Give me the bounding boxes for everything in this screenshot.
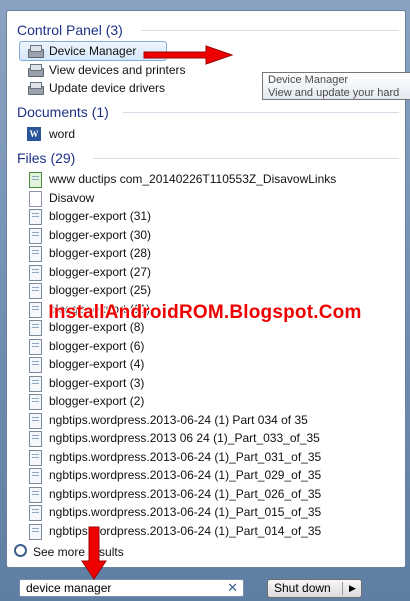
section-divider bbox=[141, 30, 399, 31]
search-input[interactable]: device manager ✕ bbox=[19, 579, 244, 597]
result-label: ngbtips.wordpress.2013-06-24 (1)_Part_03… bbox=[49, 449, 322, 464]
result-label: ngbtips.wordpress.2013-06-24 (1) Part 03… bbox=[49, 412, 308, 427]
text-file-icon bbox=[29, 283, 42, 299]
result-label: View devices and printers bbox=[49, 63, 186, 77]
result-label: Device Manager bbox=[49, 44, 137, 58]
text-file-icon bbox=[29, 523, 42, 540]
section-header-files[interactable]: Files (29) bbox=[17, 149, 75, 167]
magnifier-icon bbox=[14, 544, 27, 557]
result-view-devices-printers[interactable]: View devices and printers bbox=[23, 61, 186, 79]
file-result-item[interactable]: blogger-export (2) bbox=[23, 392, 144, 410]
file-result-item[interactable]: blogger-export (28) bbox=[23, 244, 151, 262]
section-divider bbox=[93, 158, 399, 159]
shutdown-divider bbox=[342, 582, 343, 595]
text-file-icon bbox=[29, 246, 42, 262]
tooltip-title: Device Manager bbox=[268, 74, 349, 86]
search-input-value: device manager bbox=[26, 581, 112, 595]
result-label: ngbtips.wordpress.2013-06-24 (1)_Part_02… bbox=[49, 486, 322, 501]
result-label: ngbtips.wordpress.2013-06-24 (1)_Part_01… bbox=[49, 523, 322, 538]
printer-icon bbox=[27, 63, 44, 77]
text-file-icon bbox=[29, 338, 42, 355]
file-result-item[interactable]: ngbtips.wordpress.2013-06-24 (1) Part 03… bbox=[23, 411, 308, 429]
text-file-icon bbox=[29, 412, 42, 429]
result-label: blogger-export (2) bbox=[49, 394, 145, 408]
driver-update-icon bbox=[27, 81, 44, 95]
result-label: blogger-export (4) bbox=[49, 357, 145, 371]
text-file-icon bbox=[29, 468, 42, 484]
file-result-item[interactable]: blogger-export (31) bbox=[23, 207, 151, 225]
result-label: blogger-export (25) bbox=[49, 283, 152, 297]
file-result-item[interactable]: ngbtips.wordpress.2013-06-24 (1)_Part_01… bbox=[23, 522, 321, 540]
shutdown-label: Shut down bbox=[274, 581, 331, 595]
file-result-item[interactable]: ngbtips.wordpress.2013-06-24 (1)_Part_02… bbox=[23, 466, 321, 484]
text-file-icon bbox=[29, 209, 42, 225]
file-result-item[interactable]: ngbtips.wordpress.2013-06-24 (1)_Part_02… bbox=[23, 485, 321, 503]
file-result-item[interactable]: ngbtips.wordpress.2013-06-24 (1)_Part_01… bbox=[23, 503, 321, 521]
see-more-label: See more results bbox=[33, 545, 124, 559]
text-file-icon bbox=[29, 264, 42, 281]
file-result-item[interactable]: blogger-export (27) bbox=[23, 263, 151, 281]
file-result-item[interactable]: blogger-export (3) bbox=[23, 374, 144, 392]
result-label: blogger-export (6) bbox=[49, 338, 145, 353]
text-file-icon bbox=[29, 505, 42, 521]
result-label: word bbox=[49, 127, 76, 141]
shutdown-button[interactable]: Shut down ▶ bbox=[267, 579, 362, 598]
result-label: ngbtips.wordpress.2013 06 24 (1)_Part_03… bbox=[49, 431, 320, 445]
start-menu: Control Panel (3) Device Manager View de… bbox=[0, 0, 410, 601]
result-update-device-drivers[interactable]: Update device drivers bbox=[23, 79, 165, 97]
text-file-icon bbox=[29, 375, 42, 392]
file-result-item[interactable]: Disavow bbox=[23, 189, 94, 207]
result-label: blogger-export (3) bbox=[49, 375, 145, 390]
text-file-icon bbox=[29, 431, 42, 447]
text-file-icon bbox=[29, 357, 42, 373]
section-header-documents[interactable]: Documents (1) bbox=[17, 103, 109, 121]
result-label: blogger-export (27) bbox=[49, 264, 152, 279]
file-result-item[interactable]: blogger-export (4) bbox=[23, 355, 144, 373]
text-file-icon bbox=[29, 486, 42, 503]
tooltip-description: View and update your hard bbox=[268, 87, 400, 99]
file-result-item[interactable]: www ductips com_20140226T110553Z_Disavow… bbox=[23, 170, 336, 188]
result-label: blogger-export (30) bbox=[49, 227, 152, 242]
device-manager-icon bbox=[27, 44, 44, 58]
result-label: blogger-export (31) bbox=[49, 209, 152, 223]
result-label: www ductips com_20140226T110553Z_Disavow… bbox=[49, 172, 337, 186]
result-label: blogger-export (28) bbox=[49, 246, 152, 260]
result-label: ngbtips.wordpress.2013-06-24 (1)_Part_01… bbox=[49, 505, 322, 519]
file-result-item[interactable]: ngbtips.wordpress.2013 06 24 (1)_Part_03… bbox=[23, 429, 320, 447]
file-result-item[interactable]: ngbtips.wordpress.2013-06-24 (1)_Part_03… bbox=[23, 448, 321, 466]
tooltip: Device Manager View and update your hard bbox=[262, 72, 410, 100]
text-file-icon bbox=[29, 449, 42, 466]
result-label: Disavow bbox=[49, 190, 95, 205]
result-label: ngbtips.wordpress.2013-06-24 (1)_Part_02… bbox=[49, 468, 322, 482]
section-header-control-panel[interactable]: Control Panel (3) bbox=[17, 21, 123, 39]
result-word[interactable]: W word bbox=[23, 125, 75, 143]
text-file-icon bbox=[29, 190, 42, 207]
shutdown-options-arrow-icon[interactable]: ▶ bbox=[349, 580, 356, 597]
see-more-results-link[interactable]: See more results bbox=[14, 543, 124, 560]
file-result-item[interactable]: blogger-export (25) bbox=[23, 281, 151, 299]
clear-search-icon[interactable]: ✕ bbox=[227, 580, 238, 596]
result-device-manager[interactable]: Device Manager bbox=[19, 41, 167, 61]
watermark-text: InstallAndroidROM.Blogspot.Com bbox=[48, 302, 362, 323]
result-label: Update device drivers bbox=[49, 81, 166, 95]
text-file-icon bbox=[29, 172, 42, 188]
text-file-icon bbox=[29, 394, 42, 410]
file-result-item[interactable]: blogger-export (30) bbox=[23, 226, 151, 244]
file-result-item[interactable]: blogger-export (6) bbox=[23, 337, 144, 355]
word-document-icon: W bbox=[27, 127, 41, 141]
text-file-icon bbox=[29, 227, 42, 244]
section-divider bbox=[123, 112, 399, 113]
